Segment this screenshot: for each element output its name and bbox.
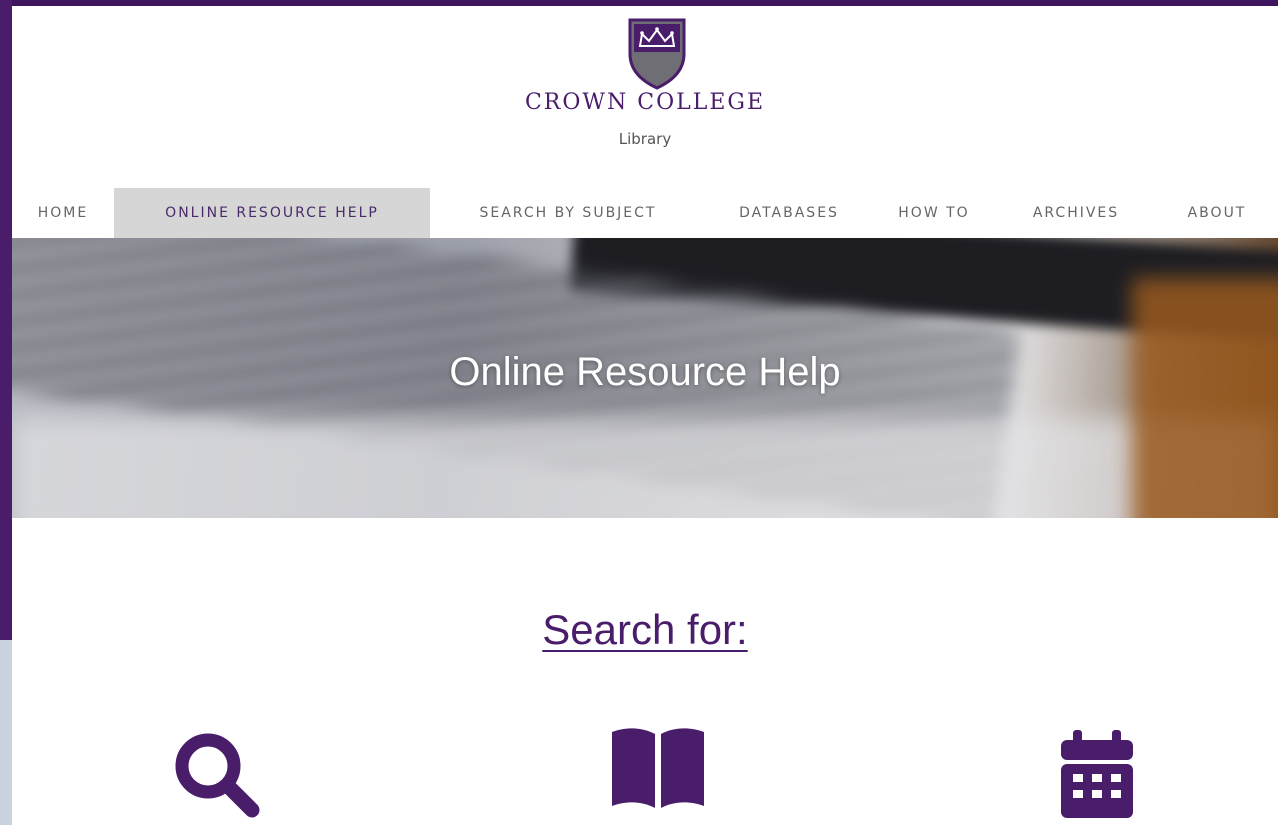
main-nav: HOME ONLINE RESOURCE HELP SEARCH BY SUBJ… [12,188,1278,238]
crown-shield-logo[interactable] [622,14,692,90]
book-icon[interactable] [608,726,708,810]
nav-item-home[interactable]: HOME [12,188,114,238]
page: CROWN COLLEGE Library HOME ONLINE RESOUR… [12,6,1278,825]
hero-laptop-base [12,418,1278,518]
brand-subtitle: Library [618,130,672,148]
nav-item-search-by-subject[interactable]: SEARCH BY SUBJECT [430,188,706,238]
hero-title: Online Resource Help [449,350,841,394]
hero-desk [1132,278,1278,518]
hero-banner: Online Resource Help [12,238,1278,518]
nav-item-about[interactable]: ABOUT [1156,188,1278,238]
brand-name: CROWN COLLEGE [524,90,766,115]
nav-item-online-resource-help[interactable]: ONLINE RESOURCE HELP [114,188,430,238]
nav-item-databases[interactable]: DATABASES [706,188,872,238]
nav-item-how-to[interactable]: HOW TO [872,188,996,238]
calendar-icon[interactable] [1057,728,1137,820]
search-for-heading[interactable]: Search for: [12,606,1278,654]
nav-item-archives[interactable]: ARCHIVES [996,188,1156,238]
search-icon[interactable] [170,728,266,824]
